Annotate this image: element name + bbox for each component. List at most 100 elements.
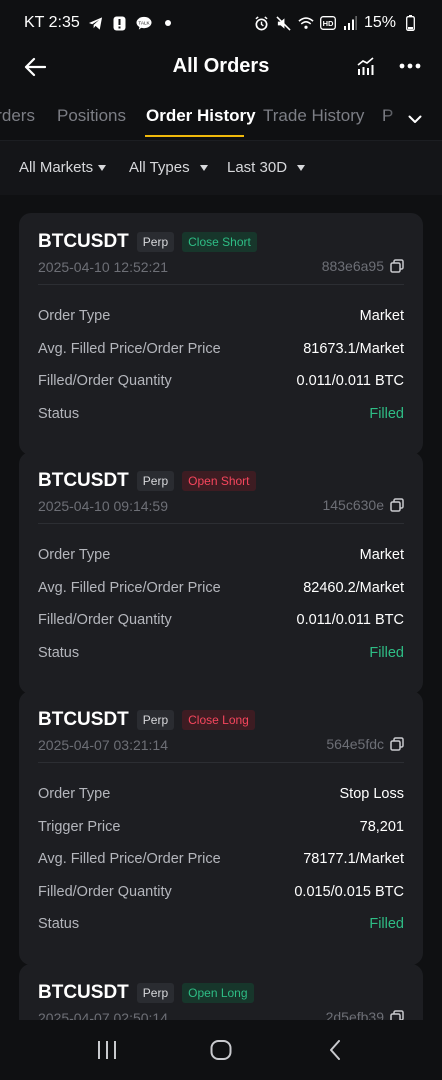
- chart-icon: [357, 57, 374, 75]
- more-dots-icon: [399, 63, 421, 69]
- order-detail-row: Order Type Market: [38, 306, 404, 326]
- contract-tag: Perp: [136, 471, 175, 491]
- tab-order-history[interactable]: Order History: [146, 106, 256, 126]
- order-time: 2025-04-07 03:21:14: [38, 737, 168, 753]
- order-symbol: BTCUSDT: [38, 709, 129, 730]
- order-id-text: 564e5fdc: [326, 736, 384, 752]
- period-filter-label: Last 30D: [227, 159, 288, 176]
- order-detail-row: Filled/Order Quantity 0.011/0.011 BTC: [38, 371, 404, 391]
- order-header: BTCUSDT Perp Open Short: [38, 470, 256, 492]
- order-card[interactable]: BTCUSDT Perp Close Long 2025-04-07 03:21:14…: [19, 691, 423, 965]
- detail-label: Order Type: [38, 786, 111, 802]
- type-filter[interactable]: All Types: [129, 159, 208, 176]
- order-id-text: 2d5efb39: [325, 1009, 384, 1020]
- copy-icon[interactable]: [390, 498, 404, 512]
- caret-down-icon: [297, 164, 306, 171]
- dot-icon: [160, 15, 176, 31]
- detail-value: Market: [359, 547, 404, 563]
- side-tag: Close Long: [182, 710, 255, 730]
- market-filter-label: All Markets: [19, 159, 94, 176]
- svg-text:HD: HD: [323, 19, 334, 28]
- detail-value: Filled: [369, 916, 404, 932]
- side-tag: Close Short: [182, 232, 257, 252]
- detail-label: Filled/Order Quantity: [38, 883, 172, 900]
- copy-icon[interactable]: [390, 737, 404, 751]
- home-icon: [210, 1040, 232, 1060]
- analysis-button[interactable]: [352, 52, 380, 80]
- recents-button[interactable]: [87, 1030, 127, 1070]
- order-history-list[interactable]: BTCUSDT Perp Close Short 2025-04-10 12:52:2…: [0, 195, 442, 1020]
- detail-value: 78177.1/Market: [303, 851, 404, 867]
- order-header: BTCUSDT Perp Close Long: [38, 709, 255, 731]
- order-symbol: BTCUSDT: [38, 470, 129, 491]
- order-detail-row: Order Type Market: [38, 545, 404, 565]
- card-divider: [38, 523, 404, 524]
- chevron-down-icon: [408, 115, 422, 123]
- copy-icon[interactable]: [390, 259, 404, 273]
- svg-text:TALK: TALK: [138, 20, 150, 25]
- detail-label: Avg. Filled Price/Order Price: [38, 851, 221, 867]
- talk-icon: TALK: [136, 15, 152, 31]
- order-header: BTCUSDT Perp Open Long: [38, 982, 254, 1004]
- detail-value: 0.011/0.011 BTC: [296, 373, 404, 389]
- arrow-left-icon: [24, 57, 46, 77]
- type-filter-label: All Types: [129, 159, 190, 176]
- tabs-expand-button[interactable]: [384, 98, 442, 140]
- order-id: 2d5efb39: [326, 1009, 404, 1020]
- copy-icon[interactable]: [390, 1010, 404, 1020]
- order-detail-row: Avg. Filled Price/Order Price 81673.1/Mar…: [38, 339, 404, 359]
- back-button[interactable]: [18, 50, 52, 84]
- detail-label: Trigger Price: [38, 818, 121, 835]
- order-symbol: BTCUSDT: [38, 231, 129, 252]
- detail-value: 78,201: [359, 818, 404, 835]
- caret-down-icon: [98, 164, 107, 171]
- home-button[interactable]: [201, 1030, 241, 1070]
- detail-value: 0.011/0.011 BTC: [296, 612, 404, 628]
- order-id-text: 145c630e: [322, 497, 384, 513]
- back-nav-button[interactable]: [315, 1030, 355, 1070]
- detail-label: Order Type: [38, 308, 111, 324]
- card-divider: [38, 762, 404, 763]
- order-id: 145c630e: [322, 497, 404, 513]
- more-button[interactable]: [396, 52, 424, 80]
- detail-value: Filled: [369, 644, 404, 661]
- period-filter[interactable]: Last 30D: [227, 159, 306, 176]
- order-detail-row: Filled/Order Quantity 0.015/0.015 BTC: [38, 882, 404, 902]
- active-tab-indicator: [145, 135, 244, 137]
- order-header: BTCUSDT Perp Close Short: [38, 231, 257, 253]
- detail-value: Filled: [369, 405, 404, 422]
- order-detail-row: Status Filled: [38, 914, 404, 934]
- battery-icon: [402, 15, 418, 31]
- detail-value: Market: [359, 308, 404, 324]
- detail-label: Status: [38, 405, 80, 422]
- order-detail-row: Order Type Stop Loss: [38, 784, 404, 804]
- alarm-icon: [254, 15, 270, 31]
- order-card[interactable]: BTCUSDT Perp Open Long 2025-04-07 02:50:14 2…: [19, 964, 423, 1020]
- order-time: 2025-04-07 02:50:14: [38, 1010, 168, 1020]
- chevron-left-icon: [330, 1040, 340, 1060]
- recents-icon: [98, 1041, 116, 1059]
- clock: KT 2:35: [24, 14, 80, 31]
- order-time: 2025-04-10 12:52:21: [38, 259, 168, 275]
- side-tag: Open Long: [182, 983, 254, 1003]
- order-symbol: BTCUSDT: [38, 982, 129, 1003]
- tab-positions[interactable]: Positions: [57, 106, 126, 126]
- market-filter[interactable]: All Markets: [19, 159, 107, 176]
- detail-value: 81673.1/Market: [303, 340, 404, 357]
- tab-orders[interactable]: Orders: [0, 106, 35, 126]
- tab-trade-history[interactable]: Trade History: [263, 106, 364, 126]
- caret-down-icon: [199, 164, 208, 171]
- detail-label: Avg. Filled Price/Order Price: [38, 579, 221, 596]
- detail-label: Order Type: [38, 547, 111, 563]
- order-tabs: Orders Positions Order History Trade His…: [0, 98, 442, 140]
- contract-tag: Perp: [136, 710, 175, 730]
- detail-label: Status: [38, 644, 80, 661]
- filter-bar: All Markets All Types Last 30D: [0, 141, 442, 195]
- contract-tag: Perp: [136, 232, 175, 252]
- order-card[interactable]: BTCUSDT Perp Open Short 2025-04-10 09:14:59…: [19, 452, 423, 694]
- contract-tag: Perp: [136, 983, 175, 1003]
- telegram-icon: [88, 15, 104, 31]
- order-id-text: 883e6a95: [321, 258, 384, 274]
- order-card[interactable]: BTCUSDT Perp Close Short 2025-04-10 12:52:2…: [19, 213, 423, 455]
- order-detail-row: Filled/Order Quantity 0.011/0.011 BTC: [38, 610, 404, 630]
